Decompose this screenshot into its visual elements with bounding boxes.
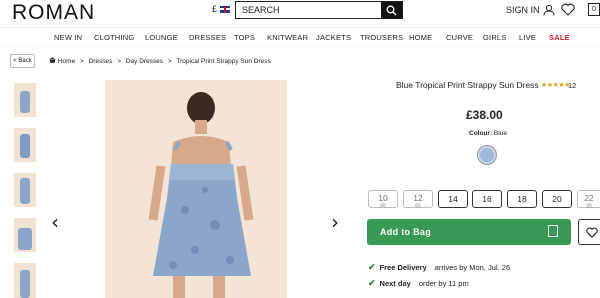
nav-item-sale[interactable]: SALE <box>549 33 570 42</box>
delivery-info-free: ✔ Free Delivery arrives by Mon, Jul. 26 <box>368 262 510 273</box>
next-image-arrow[interactable]: › <box>331 210 339 234</box>
delivery-info-next-day: ✔ Next day order by 11 pm <box>368 278 469 289</box>
size-option[interactable]: 18 <box>507 190 537 208</box>
check-icon: ✔ <box>368 278 376 288</box>
search-bar[interactable]: SEARCH <box>235 1 403 19</box>
breadcrumb-item[interactable]: Dresses <box>89 58 113 65</box>
shopping-bag-icon[interactable]: 0 <box>588 3 600 16</box>
review-count[interactable]: 12 <box>568 81 576 90</box>
bag-count: 0 <box>592 6 596 13</box>
add-to-bag-button[interactable]: Add to Bag <box>367 219 571 245</box>
dress-model-image <box>148 92 254 298</box>
size-option[interactable]: 22 ✉ <box>577 190 600 210</box>
search-icon <box>386 5 397 15</box>
colour-swatch-blue[interactable] <box>477 145 497 165</box>
currency-selector[interactable]: £ <box>212 4 231 14</box>
main-nav: NEW IN CLOTHING LOUNGE DRESSES TOPS KNIT… <box>0 27 600 47</box>
size-option[interactable]: 12 ✉ <box>403 190 433 210</box>
heart-icon <box>586 227 598 238</box>
nav-item[interactable]: CURVE <box>446 33 473 42</box>
user-icon <box>543 4 555 16</box>
wishlist-heart-icon[interactable] <box>561 3 575 16</box>
uk-flag-icon <box>220 5 231 13</box>
site-logo[interactable]: ROMAN <box>12 1 95 25</box>
delivery-title: Next day <box>379 279 411 288</box>
sign-in-link[interactable]: SIGN IN <box>506 4 555 16</box>
add-to-wishlist-button[interactable] <box>578 219 600 245</box>
back-button[interactable]: < Back <box>10 54 35 68</box>
product-thumbnail[interactable] <box>14 218 36 252</box>
nav-item[interactable]: TOPS <box>234 33 255 42</box>
nav-item[interactable]: TROUSERS <box>360 33 403 42</box>
colour-value: Blue <box>493 130 507 137</box>
size-option[interactable]: 10 ✉ <box>368 190 398 210</box>
prev-image-arrow[interactable]: ‹ <box>51 210 59 234</box>
nav-item[interactable]: LIVE <box>519 33 536 42</box>
colour-label: Colour: Blue <box>469 130 507 137</box>
size-option[interactable]: 14 <box>438 190 468 208</box>
home-icon <box>49 57 56 63</box>
breadcrumb-separator: > <box>117 58 122 65</box>
breadcrumb-current: Tropical Print Strappy Sun Dress <box>176 58 271 65</box>
nav-item[interactable]: HOME <box>409 33 432 42</box>
product-price: £38.00 <box>466 108 503 122</box>
add-to-bag-label: Add to Bag <box>380 227 431 237</box>
sign-in-label: SIGN IN <box>506 5 540 15</box>
main-product-image[interactable] <box>105 80 287 298</box>
nav-item[interactable]: DRESSES <box>189 33 226 42</box>
size-option[interactable]: 20 <box>542 190 572 208</box>
product-thumbnail[interactable] <box>14 83 36 117</box>
nav-item[interactable]: LOUNGE <box>145 33 178 42</box>
size-option[interactable]: 16 <box>472 190 502 208</box>
colour-label-title: Colour: <box>469 130 493 137</box>
notify-mail-icon: ✉ <box>415 203 421 210</box>
product-thumbnail[interactable] <box>14 263 36 298</box>
delivery-title: Free Delivery <box>379 263 427 272</box>
currency-symbol: £ <box>212 4 218 14</box>
breadcrumb-separator: > <box>167 58 172 65</box>
breadcrumb-separator: > <box>79 58 84 65</box>
search-button[interactable] <box>381 2 402 18</box>
bag-icon <box>548 225 558 237</box>
nav-item[interactable]: NEW IN <box>54 33 82 42</box>
notify-mail-icon: ✉ <box>586 203 592 210</box>
nav-item[interactable]: JACKETS <box>316 33 351 42</box>
breadcrumb-item[interactable]: Day Dresses <box>126 58 163 65</box>
nav-item[interactable]: KNITWEAR <box>267 33 308 42</box>
product-thumbnail[interactable] <box>14 173 36 207</box>
nav-item[interactable]: GIRLS <box>483 33 507 42</box>
breadcrumb-home[interactable]: Home <box>58 58 75 65</box>
product-title: Blue Tropical Print Strappy Sun Dress <box>396 80 539 90</box>
delivery-detail: arrives by Mon, Jul. 26 <box>434 263 511 272</box>
search-input[interactable]: SEARCH <box>236 2 381 18</box>
check-icon: ✔ <box>368 262 376 272</box>
nav-item[interactable]: CLOTHING <box>94 33 134 42</box>
product-thumbnail[interactable] <box>14 128 36 162</box>
delivery-detail: order by 11 pm <box>418 279 469 288</box>
breadcrumb: Home > Dresses > Day Dresses > Tropical … <box>49 57 271 65</box>
notify-mail-icon: ✉ <box>380 203 386 210</box>
rating-stars[interactable]: ★★★★★ <box>541 81 570 89</box>
